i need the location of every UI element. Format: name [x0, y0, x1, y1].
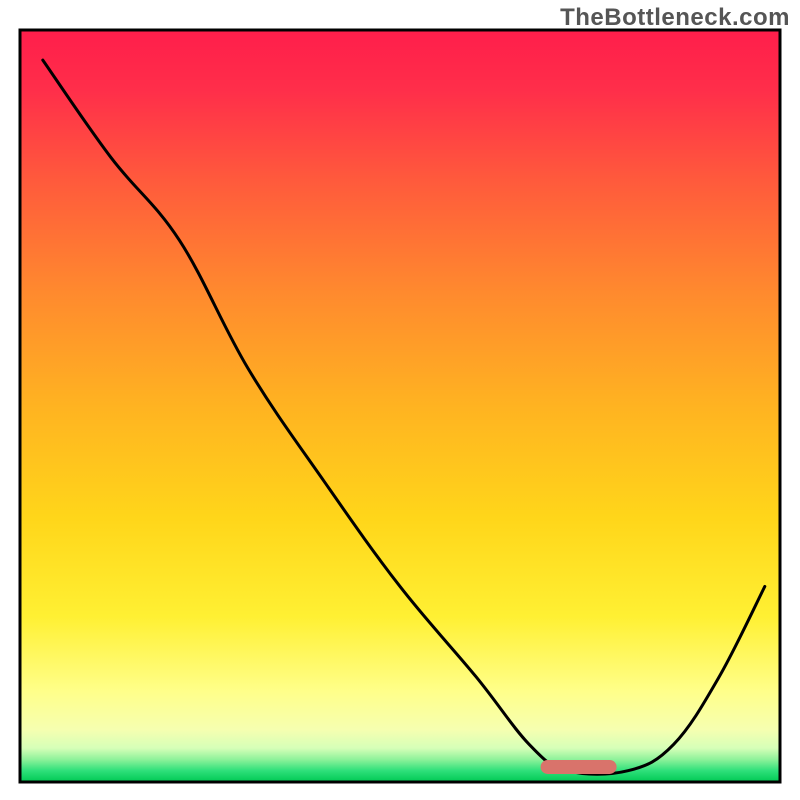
bottleneck-chart: [0, 0, 800, 800]
chart-stage: TheBottleneck.com: [0, 0, 800, 800]
watermark-text: TheBottleneck.com: [560, 4, 790, 32]
optimal-marker: [541, 760, 617, 774]
gradient-background: [20, 30, 780, 782]
